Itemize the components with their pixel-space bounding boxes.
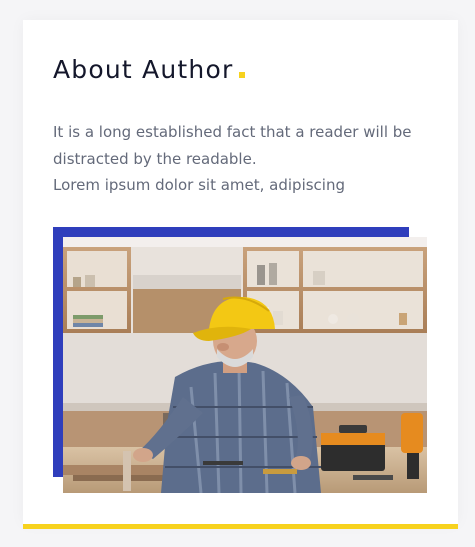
author-bio: It is a long established fact that a rea… xyxy=(53,119,423,199)
title-accent-dot xyxy=(239,72,246,78)
about-author-widget: About Author It is a long established fa… xyxy=(23,20,458,524)
bio-line: It is a long established fact that a rea… xyxy=(53,123,412,168)
widget-title: About Author xyxy=(53,55,234,84)
bio-line: Lorem ipsum dolor sit amet, adipiscing xyxy=(53,176,345,194)
widget-accent-bar xyxy=(23,524,458,529)
widget-header: About Author xyxy=(53,54,246,86)
author-photo xyxy=(63,237,427,493)
